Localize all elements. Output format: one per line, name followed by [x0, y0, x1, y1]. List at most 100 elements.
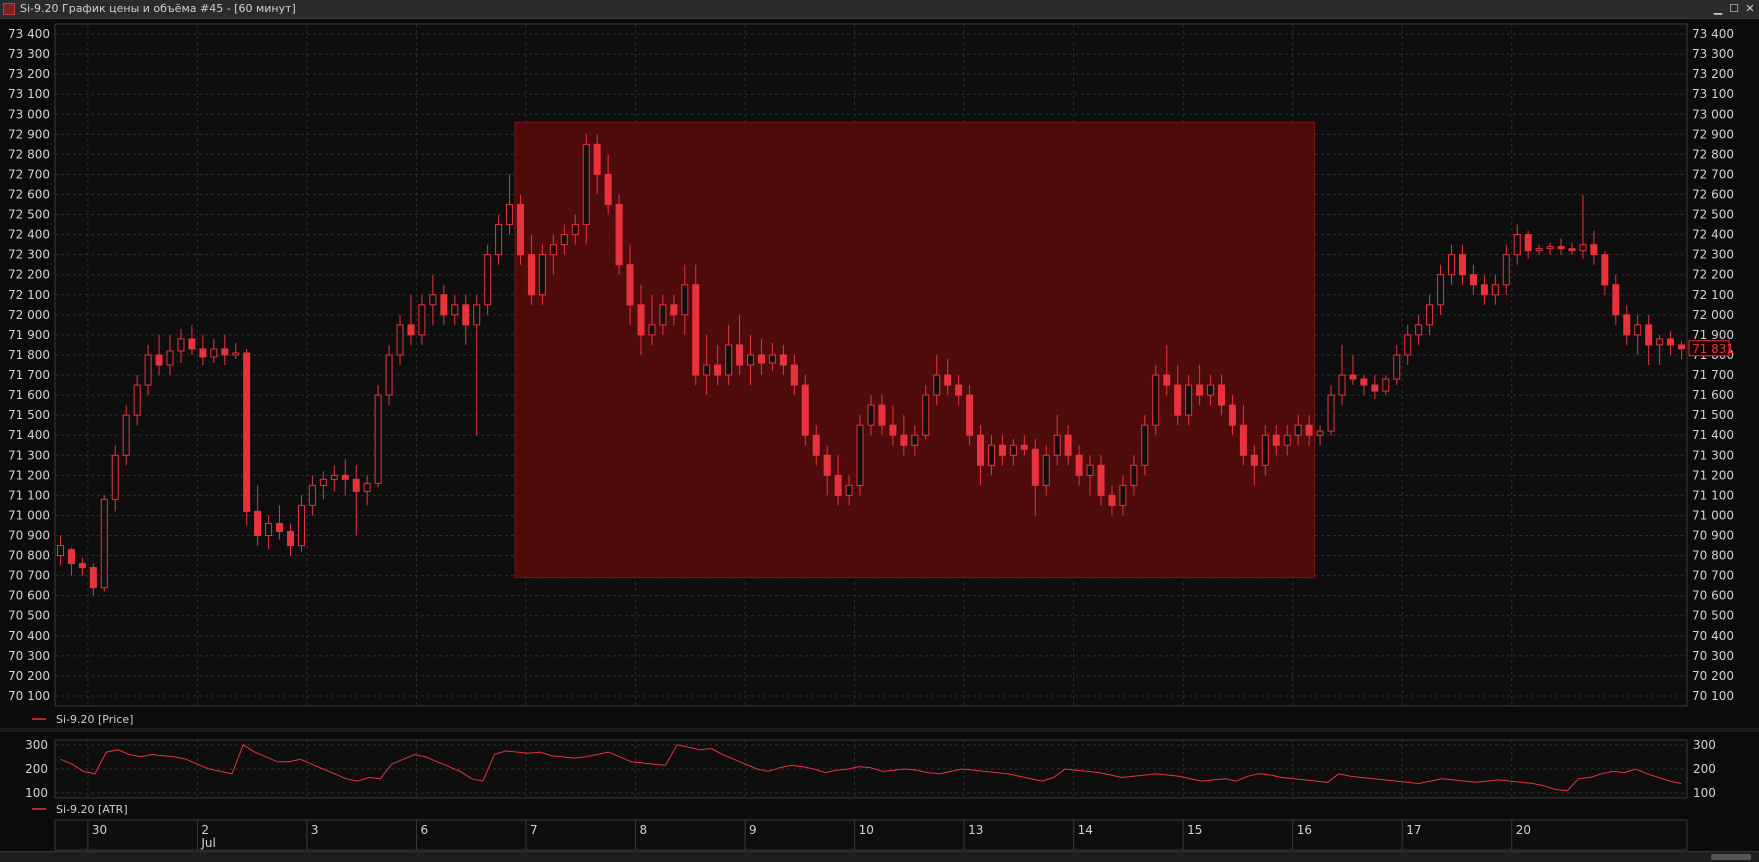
- candle-body: [1108, 494, 1116, 506]
- candle: [484, 244, 492, 315]
- candle-body: [1623, 314, 1631, 336]
- candle-body: [254, 510, 262, 537]
- candle-body: [593, 143, 601, 175]
- time-day-label: 7: [530, 823, 538, 837]
- price-tick-left: 70 600: [8, 589, 50, 603]
- price-tick-left: 72 200: [8, 268, 50, 282]
- atr-legend: Si-9.20 [ATR]: [56, 803, 128, 816]
- candle-body: [725, 344, 733, 376]
- price-tick-right: 71 200: [1692, 468, 1734, 482]
- candle-body: [790, 364, 798, 386]
- price-tick-right: 72 000: [1692, 308, 1734, 322]
- atr-panel[interactable]: 100 200 300 100 200 300: [25, 738, 1716, 800]
- candle-body: [1437, 274, 1445, 306]
- candle-body: [429, 294, 437, 306]
- price-tick-left: 72 400: [8, 228, 50, 242]
- price-tick-right: 72 500: [1692, 208, 1734, 222]
- candle-body: [659, 304, 667, 326]
- candle-body: [1283, 434, 1291, 446]
- candle-body: [1031, 448, 1039, 486]
- candle-body: [1634, 324, 1642, 336]
- candle-body: [265, 522, 273, 537]
- candle-body: [473, 304, 481, 326]
- atr-axis-left: 100 200 300: [25, 738, 48, 800]
- candle-body: [199, 348, 207, 358]
- candle-body: [527, 254, 535, 296]
- candle-body: [374, 394, 382, 484]
- price-tick-right: 72 400: [1692, 228, 1734, 242]
- price-tick-right: 71 600: [1692, 388, 1734, 402]
- time-day-label: 20: [1516, 823, 1531, 837]
- candle-body: [495, 224, 503, 256]
- price-tick-right: 72 100: [1692, 288, 1734, 302]
- candle-body: [1404, 334, 1412, 356]
- candle-body: [243, 352, 251, 512]
- candle-body: [1557, 246, 1565, 250]
- candle-body: [1678, 344, 1686, 350]
- price-tick-right: 70 900: [1692, 529, 1734, 543]
- candle-body: [297, 504, 305, 547]
- price-tick-left: 71 100: [8, 488, 50, 502]
- price-tick-right: 70 200: [1692, 669, 1734, 683]
- candle-body: [385, 354, 393, 396]
- candle-body: [1272, 434, 1280, 446]
- candle-body: [549, 244, 557, 256]
- horizontal-scrollbar[interactable]: [0, 851, 1759, 862]
- price-tick-left: 70 800: [8, 549, 50, 563]
- candle-body: [484, 254, 492, 306]
- candle: [801, 375, 809, 446]
- time-day-label: 9: [749, 823, 757, 837]
- candle-body: [1042, 454, 1050, 486]
- candle-body: [276, 522, 284, 532]
- chart-area[interactable]: 70 100 70 200 70 300 70 400 70 500 70 600 70 7…: [0, 0, 1759, 851]
- candle-body: [538, 254, 546, 296]
- price-panel[interactable]: 70 100 70 200 70 300 70 400 70 500 70 600 70 7…: [8, 23, 1734, 707]
- candle-body: [812, 434, 820, 456]
- candle-body: [1535, 248, 1543, 252]
- atr-tick-left: 200: [25, 762, 48, 776]
- candle-body: [801, 384, 809, 436]
- candle-body: [1601, 254, 1609, 286]
- price-tick-left: 71 800: [8, 348, 50, 362]
- time-day-label: 2: [201, 823, 209, 837]
- time-day-label: 14: [1078, 823, 1093, 837]
- price-tick-right: 72 600: [1692, 188, 1734, 202]
- price-tick-right: 71 500: [1692, 408, 1734, 422]
- candle-body: [166, 350, 174, 366]
- candle-body: [867, 404, 875, 426]
- price-tick-left: 71 200: [8, 468, 50, 482]
- candle-body: [604, 173, 612, 206]
- candle-body: [286, 530, 295, 547]
- price-tick-left: 73 000: [8, 107, 50, 121]
- candle-body: [856, 424, 864, 486]
- price-tick-left: 73 200: [8, 67, 50, 81]
- candle-body: [1009, 444, 1017, 456]
- candle-body: [911, 434, 919, 446]
- candle-body: [1415, 324, 1423, 336]
- price-tick-right: 71 300: [1692, 448, 1734, 462]
- candle-body: [232, 352, 240, 356]
- price-tick-left: 73 100: [8, 87, 50, 101]
- candle-body: [89, 567, 97, 589]
- candle-body: [1152, 374, 1160, 426]
- candle-body: [1447, 254, 1456, 276]
- candle-body: [1426, 304, 1434, 326]
- candle-body: [922, 394, 930, 436]
- candle-body: [122, 414, 130, 456]
- candle-body: [341, 474, 349, 480]
- candle-body: [1053, 434, 1061, 456]
- price-tick-left: 70 200: [8, 669, 50, 683]
- atr-tick-right: 300: [1693, 738, 1716, 752]
- atr-tick-left: 100: [25, 786, 48, 800]
- price-tick-left: 73 400: [8, 27, 50, 41]
- candle-body: [1338, 374, 1346, 396]
- candle-body: [845, 484, 853, 496]
- candle-body: [451, 304, 459, 316]
- atr-tick-right: 200: [1693, 762, 1716, 776]
- atr-tick-right: 100: [1693, 786, 1716, 800]
- panel-separator[interactable]: [0, 728, 1759, 732]
- scrollbar-thumb[interactable]: [1711, 854, 1751, 860]
- price-tick-right: 72 300: [1692, 248, 1734, 262]
- time-day-label: 16: [1297, 823, 1312, 837]
- candle-body: [977, 434, 985, 466]
